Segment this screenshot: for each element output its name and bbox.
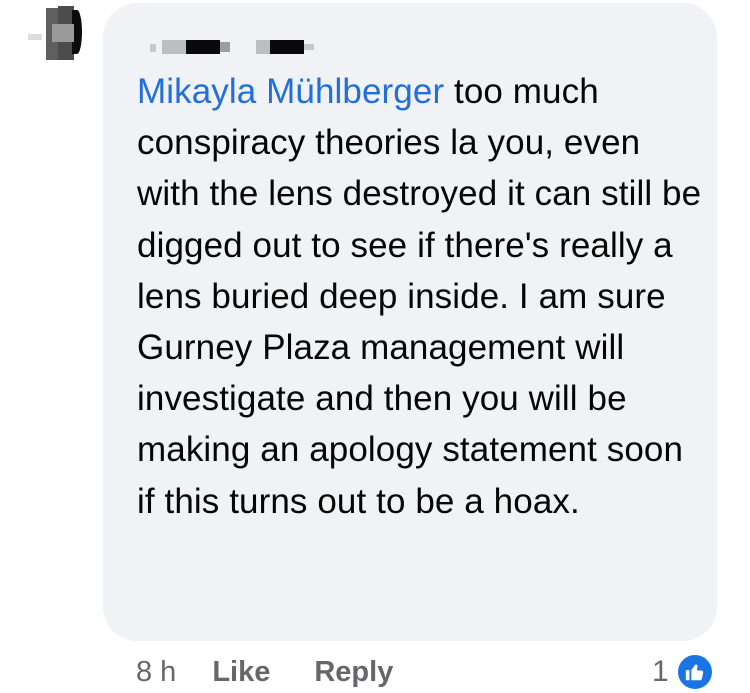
reply-button[interactable]: Reply (314, 656, 393, 689)
thumbs-up-icon (674, 652, 715, 692)
avatar[interactable] (28, 4, 92, 64)
reaction-summary[interactable]: 1 (652, 650, 715, 693)
like-button[interactable]: Like (212, 656, 270, 689)
mentioned-user-link[interactable]: Mikayla Mühlberger (137, 72, 444, 111)
comment-screenshot: Mikayla Mühlberger too much conspiracy t… (0, 0, 750, 693)
redacted-author-name (150, 40, 320, 56)
comment-timestamp[interactable]: 8 h (136, 656, 176, 689)
comment-actions: 8 h Like Reply (136, 650, 437, 693)
comment-text: too much conspiracy theories la you, eve… (137, 72, 702, 521)
comment-body: Mikayla Mühlberger too much conspiracy t… (137, 66, 707, 527)
reaction-count: 1 (652, 655, 669, 688)
